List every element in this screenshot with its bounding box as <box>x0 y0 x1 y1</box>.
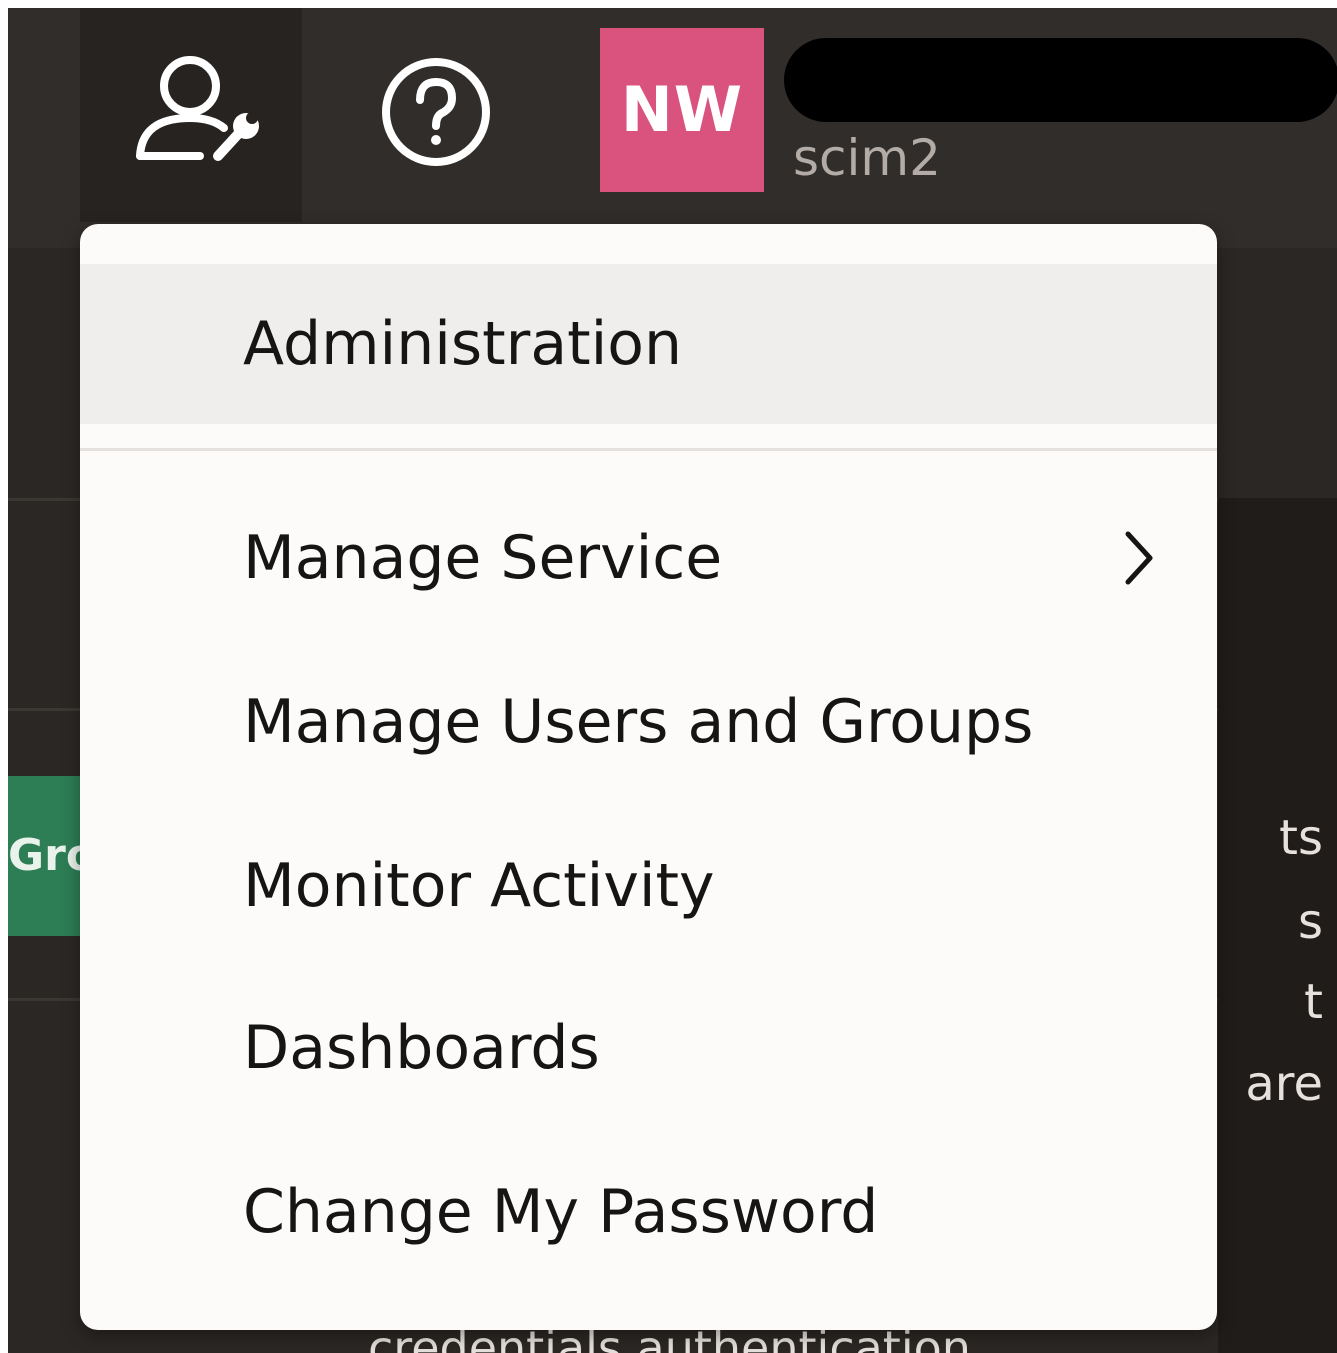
admin-menu-button[interactable] <box>80 8 302 222</box>
help-circle-icon <box>382 58 490 166</box>
menu-item-label: Administration <box>243 309 683 379</box>
help-button[interactable] <box>378 54 494 170</box>
menu-item-manage-service[interactable]: Manage Service <box>80 478 1217 638</box>
menu-item-administration[interactable]: Administration <box>80 264 1217 424</box>
menu-item-label: Manage Users and Groups <box>243 687 1034 757</box>
menu-item-label: Monitor Activity <box>243 851 715 921</box>
menu-separator <box>80 448 1217 451</box>
menu-item-label: Change My Password <box>243 1177 879 1247</box>
menu-item-monitor-activity[interactable]: Monitor Activity <box>80 806 1217 966</box>
menu-item-change-password[interactable]: Change My Password <box>80 1132 1217 1292</box>
user-wrench-icon <box>136 56 259 161</box>
admin-dropdown-menu: Administration Manage Service Manage Use… <box>80 224 1217 1330</box>
menu-item-manage-users-groups[interactable]: Manage Users and Groups <box>80 642 1217 802</box>
menu-item-label: Manage Service <box>243 523 723 593</box>
top-header-bar: NW scim2 <box>8 8 1337 248</box>
background-green-button[interactable]: Gro <box>8 776 80 936</box>
menu-item-label: Dashboards <box>243 1013 600 1083</box>
tenant-name: scim2 <box>793 129 941 187</box>
chevron-right-icon <box>1125 531 1153 585</box>
menu-item-dashboards[interactable]: Dashboards <box>80 968 1217 1128</box>
redacted-user-name <box>784 38 1337 122</box>
user-avatar[interactable]: NW <box>600 28 764 192</box>
